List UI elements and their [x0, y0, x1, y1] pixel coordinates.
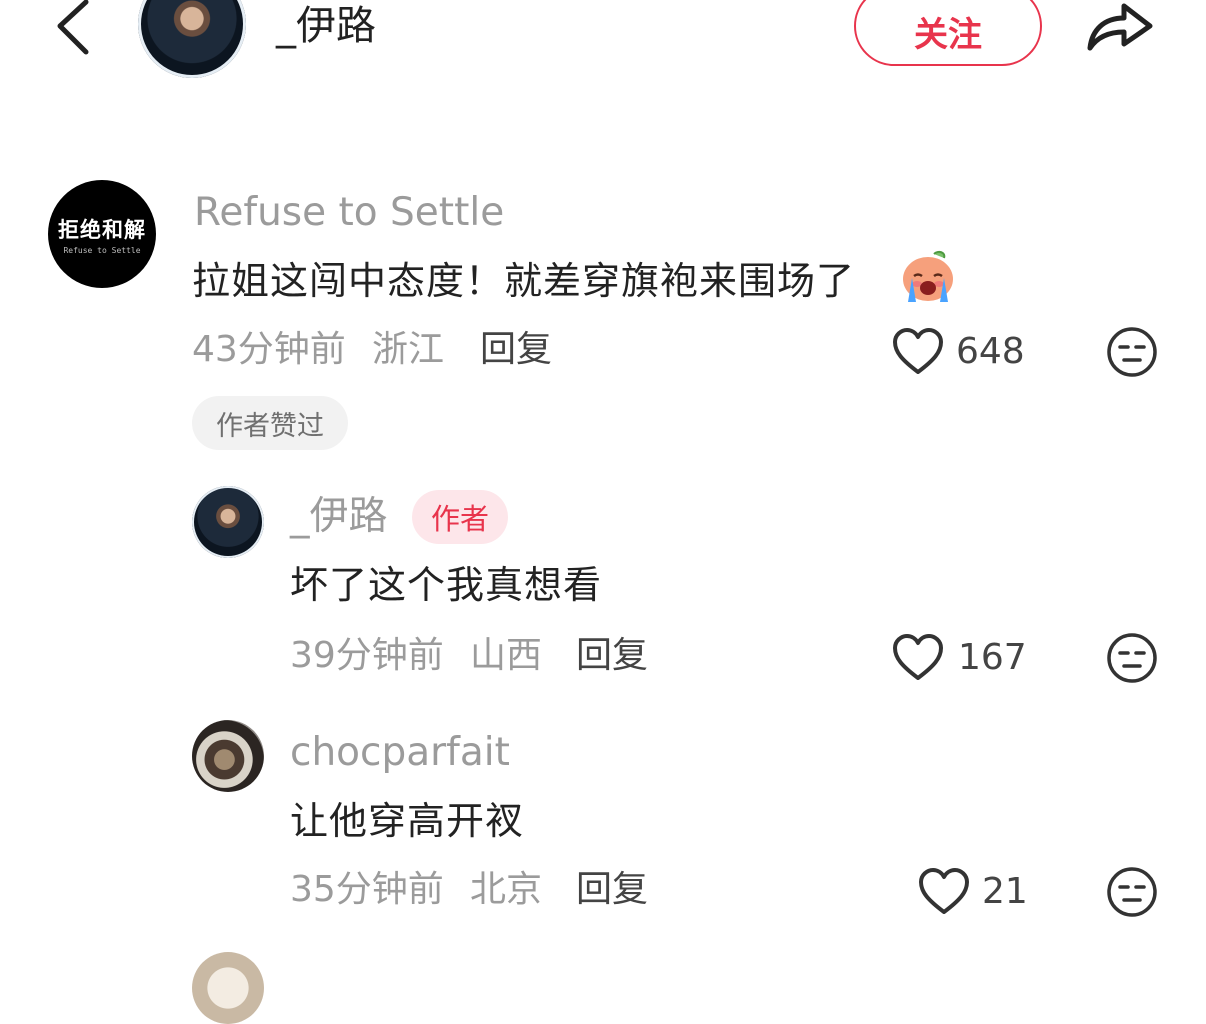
- avatar[interactable]: 拒绝和解 Refuse to Settle: [48, 180, 156, 288]
- dislike-button[interactable]: [1106, 866, 1158, 918]
- unimpressed-face-icon: [1107, 327, 1157, 377]
- heart-icon: [893, 328, 943, 374]
- reply-username[interactable]: chocparfait: [290, 730, 510, 776]
- reply-location: 北京: [470, 869, 543, 910]
- dislike-button[interactable]: [1106, 326, 1158, 378]
- comment-content: 拉姐这闯中态度！就差穿旗袍来围场了: [192, 259, 856, 303]
- reply-time: 39分钟前: [290, 635, 444, 676]
- avatar[interactable]: [192, 720, 264, 792]
- reply-content: 坏了这个我真想看: [290, 563, 603, 607]
- reply-button[interactable]: 回复: [576, 634, 648, 678]
- share-button[interactable]: [1084, 0, 1156, 56]
- follow-button[interactable]: 关注: [854, 0, 1042, 66]
- header-username[interactable]: _伊路: [276, 4, 376, 48]
- header-avatar[interactable]: [138, 0, 246, 78]
- reply-button[interactable]: 回复: [576, 868, 648, 912]
- avatar-text: 拒绝和解: [58, 217, 146, 242]
- avatar[interactable]: [192, 486, 264, 558]
- comment-location: 浙江: [372, 329, 445, 370]
- like-button[interactable]: [918, 868, 970, 916]
- back-button[interactable]: [50, 0, 100, 60]
- comment-time: 43分钟前: [192, 329, 346, 370]
- reply-button[interactable]: 回复: [480, 328, 552, 372]
- dislike-button[interactable]: [1106, 632, 1158, 684]
- avatar-subtext: Refuse to Settle: [63, 245, 141, 255]
- like-count: 167: [958, 637, 1027, 678]
- author-liked-badge: 作者赞过: [192, 396, 348, 450]
- heart-icon: [919, 868, 969, 914]
- like-button[interactable]: [892, 328, 944, 376]
- crying-face-emoji: [900, 248, 956, 304]
- author-badge: 作者: [412, 490, 508, 544]
- reply-content: 让他穿高开衩: [290, 799, 525, 843]
- reply-username[interactable]: _伊路: [290, 494, 388, 540]
- reply-location: 山西: [470, 635, 543, 676]
- like-count: 648: [956, 331, 1025, 372]
- unimpressed-face-icon: [1107, 867, 1157, 917]
- chevron-left-icon: [57, 0, 89, 55]
- reply-time: 35分钟前: [290, 869, 444, 910]
- avatar[interactable]: [192, 952, 264, 1024]
- like-button[interactable]: [892, 634, 944, 682]
- unimpressed-face-icon: [1107, 633, 1157, 683]
- comment-username[interactable]: Refuse to Settle: [194, 190, 504, 236]
- heart-icon: [893, 634, 943, 680]
- like-count: 21: [982, 871, 1028, 912]
- share-arrow-icon: [1087, 3, 1153, 51]
